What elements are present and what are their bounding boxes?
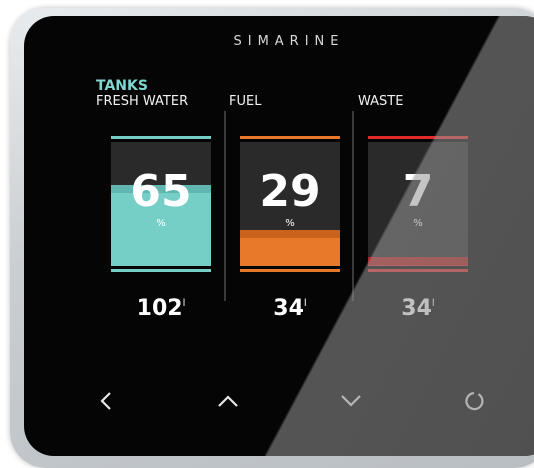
tank-percent-unit: % bbox=[413, 218, 423, 229]
tank-body: 65 % bbox=[111, 142, 211, 266]
tank-label-waste: WASTE bbox=[358, 94, 404, 109]
tank-volume-fuel: 34l bbox=[273, 296, 307, 321]
tank-gauge-fresh-water[interactable]: 65 % bbox=[111, 136, 211, 272]
divider bbox=[352, 111, 354, 301]
tank-bottom-line bbox=[240, 269, 340, 272]
tank-gauge-fuel[interactable]: 29 % bbox=[240, 136, 340, 272]
tank-percent-unit: % bbox=[156, 218, 166, 229]
tank-percent: 29 bbox=[259, 166, 321, 217]
chevron-left-icon bbox=[100, 392, 111, 410]
tank-top-line bbox=[240, 136, 340, 139]
display-screen: SIMARINE TANKS FRESH WATER FUEL WASTE 65… bbox=[24, 16, 534, 456]
tank-label-fuel: FUEL bbox=[229, 94, 262, 109]
brand-logo: SIMARINE bbox=[233, 34, 345, 49]
tank-volume-waste: 34l bbox=[401, 296, 435, 321]
up-button[interactable] bbox=[213, 386, 243, 416]
divider bbox=[224, 111, 226, 301]
chevron-down-icon bbox=[341, 395, 361, 407]
tank-bottom-line bbox=[368, 269, 468, 272]
section-title: TANKS bbox=[96, 78, 148, 94]
chevron-up-icon bbox=[218, 395, 238, 407]
tank-top-line bbox=[368, 136, 468, 139]
tank-fill-level bbox=[368, 257, 468, 266]
circle-icon bbox=[465, 392, 484, 411]
down-button[interactable] bbox=[336, 386, 366, 416]
tank-volume-fresh-water: 102l bbox=[136, 296, 186, 321]
tank-top-line bbox=[111, 136, 211, 139]
brand-area: SIMARINE bbox=[164, 16, 414, 66]
tank-body: 29 % bbox=[240, 142, 340, 266]
back-button[interactable] bbox=[91, 386, 121, 416]
tank-body: 7 % bbox=[368, 142, 468, 266]
tank-percent-unit: % bbox=[285, 218, 295, 229]
home-button[interactable] bbox=[460, 386, 490, 416]
tank-percent: 7 bbox=[402, 166, 434, 217]
tank-bottom-line bbox=[111, 269, 211, 272]
tank-percent: 65 bbox=[130, 166, 192, 217]
tank-fill-level bbox=[240, 230, 340, 266]
tank-gauge-waste[interactable]: 7 % bbox=[368, 136, 468, 272]
tank-label-fresh-water: FRESH WATER bbox=[96, 94, 189, 109]
